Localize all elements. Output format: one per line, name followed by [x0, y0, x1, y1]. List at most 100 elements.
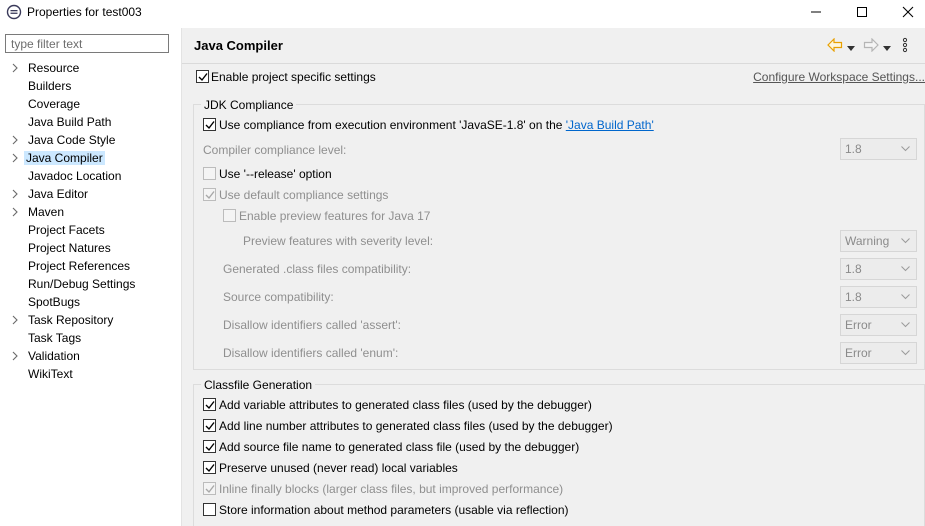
sidebar-item[interactable]: Javadoc Location: [0, 167, 181, 185]
sidebar-item[interactable]: Builders: [0, 77, 181, 95]
java-build-path-link[interactable]: 'Java Build Path': [566, 118, 654, 132]
checkmark-icon: [205, 443, 215, 452]
sidebar-item-label: Java Compiler: [24, 151, 105, 165]
sidebar-item-label: Project Facets: [28, 223, 105, 237]
sidebar-item-label: SpotBugs: [28, 295, 81, 309]
sidebar-item-label: WikiText: [28, 367, 73, 381]
classfile-option-checkbox[interactable]: [203, 503, 216, 516]
chevron-down-icon: [901, 294, 910, 300]
enable-project-specific-label: Enable project specific settings: [211, 70, 376, 84]
classfile-option-label: Add source file name to generated class …: [219, 440, 580, 454]
sidebar-item-label: Java Code Style: [28, 133, 116, 147]
chevron-right-icon[interactable]: [10, 135, 20, 145]
use-default-compliance-checkbox[interactable]: [203, 188, 216, 201]
disallow-assert-label: Disallow identifiers called 'assert':: [223, 318, 401, 332]
chevron-right-icon[interactable]: [10, 351, 20, 361]
jdk-compliance-title: JDK Compliance: [201, 98, 297, 112]
compliance-level-select[interactable]: 1.8: [840, 138, 917, 160]
sidebar-item[interactable]: Coverage: [0, 95, 181, 113]
forward-dropdown-icon[interactable]: [883, 41, 891, 55]
sidebar-item[interactable]: Task Repository: [0, 311, 181, 329]
disallow-enum-select[interactable]: Error: [840, 342, 917, 364]
use-compliance-text: Use compliance from execution environmen…: [219, 118, 566, 132]
generated-compat-select[interactable]: 1.8: [840, 258, 917, 280]
sidebar-item-label: Java Build Path: [28, 115, 112, 129]
maximize-button[interactable]: [839, 0, 885, 24]
classfile-option-checkbox[interactable]: [203, 398, 216, 411]
filter-input[interactable]: [5, 34, 169, 53]
enable-preview-label: Enable preview features for Java 17: [239, 209, 431, 223]
compliance-level-label: Compiler compliance level:: [203, 143, 347, 157]
chevron-down-icon: [901, 322, 910, 328]
classfile-option-checkbox[interactable]: [203, 440, 216, 453]
chevron-right-icon[interactable]: [10, 315, 20, 325]
checkmark-icon: [198, 73, 208, 82]
window-title: Properties for test003: [27, 5, 142, 19]
classfile-option-checkbox[interactable]: [203, 482, 216, 495]
eclipse-app-icon: [6, 4, 22, 20]
chevron-right-icon[interactable]: [10, 63, 20, 73]
sidebar-item[interactable]: Java Editor: [0, 185, 181, 203]
sidebar-item[interactable]: Java Build Path: [0, 113, 181, 131]
header-separator: [182, 63, 925, 64]
sidebar-item[interactable]: Project Natures: [0, 239, 181, 257]
sidebar-item[interactable]: Java Code Style: [0, 131, 181, 149]
chevron-down-icon: [901, 266, 910, 272]
sidebar-item-label: Task Tags: [28, 331, 82, 345]
classfile-option-label: Store information about method parameter…: [219, 503, 569, 517]
configure-workspace-link[interactable]: Configure Workspace Settings...: [753, 70, 925, 84]
generated-compat-value: 1.8: [845, 262, 862, 276]
sidebar-item[interactable]: Task Tags: [0, 329, 181, 347]
checkmark-icon: [205, 464, 215, 473]
back-dropdown-icon[interactable]: [847, 41, 855, 55]
classfile-option-checkbox[interactable]: [203, 419, 216, 432]
sidebar-item[interactable]: WikiText: [0, 365, 181, 383]
checkmark-icon: [205, 485, 215, 494]
view-menu-icon[interactable]: [902, 37, 908, 56]
forward-arrow-icon[interactable]: [863, 37, 879, 55]
sidebar-item[interactable]: Resource: [0, 59, 181, 77]
chevron-right-icon[interactable]: [10, 207, 20, 217]
preview-severity-label: Preview features with severity level:: [243, 234, 434, 248]
minimize-button[interactable]: [793, 0, 839, 24]
source-compat-select[interactable]: 1.8: [840, 286, 917, 308]
sidebar-item-label: Maven: [28, 205, 65, 219]
sidebar-item[interactable]: Project Facets: [0, 221, 181, 239]
disallow-enum-value: Error: [845, 346, 872, 360]
sidebar-item[interactable]: SpotBugs: [0, 293, 181, 311]
use-release-checkbox[interactable]: [203, 167, 216, 180]
disallow-enum-label: Disallow identifiers called 'enum':: [223, 346, 399, 360]
checkmark-icon: [205, 191, 215, 200]
compliance-level-value: 1.8: [845, 142, 862, 156]
checkmark-icon: [205, 121, 215, 130]
sidebar-item-label: Project Natures: [28, 241, 111, 255]
use-default-compliance-label: Use default compliance settings: [219, 188, 389, 202]
sidebar-item-label: Project References: [28, 259, 131, 273]
sidebar-item[interactable]: Maven: [0, 203, 181, 221]
sidebar-item[interactable]: Project References: [0, 257, 181, 275]
maximize-icon: [857, 7, 867, 17]
preview-severity-select[interactable]: Warning: [840, 230, 917, 252]
enable-preview-checkbox[interactable]: [223, 209, 236, 222]
disallow-assert-select[interactable]: Error: [840, 314, 917, 336]
enable-project-specific-checkbox[interactable]: [196, 70, 209, 83]
sidebar-item[interactable]: Validation: [0, 347, 181, 365]
chevron-right-icon[interactable]: [10, 153, 20, 163]
chevron-down-icon: [901, 238, 910, 244]
checkmark-icon: [205, 422, 215, 431]
classfile-option-checkbox[interactable]: [203, 461, 216, 474]
minimize-icon: [811, 11, 821, 13]
back-arrow-icon[interactable]: [827, 37, 843, 55]
close-icon: [902, 6, 914, 18]
checkmark-icon: [205, 401, 215, 410]
source-compat-value: 1.8: [845, 290, 862, 304]
sidebar-item[interactable]: Run/Debug Settings: [0, 275, 181, 293]
sidebar-item-label: Resource: [28, 61, 80, 75]
close-button[interactable]: [885, 0, 925, 24]
nav-toolbar: [827, 37, 919, 56]
title-bar: Properties for test003: [0, 0, 925, 26]
generated-compat-label: Generated .class files compatibility:: [223, 262, 412, 276]
chevron-right-icon[interactable]: [10, 189, 20, 199]
use-compliance-checkbox[interactable]: [203, 118, 216, 131]
sidebar-item[interactable]: Java Compiler: [0, 149, 181, 167]
